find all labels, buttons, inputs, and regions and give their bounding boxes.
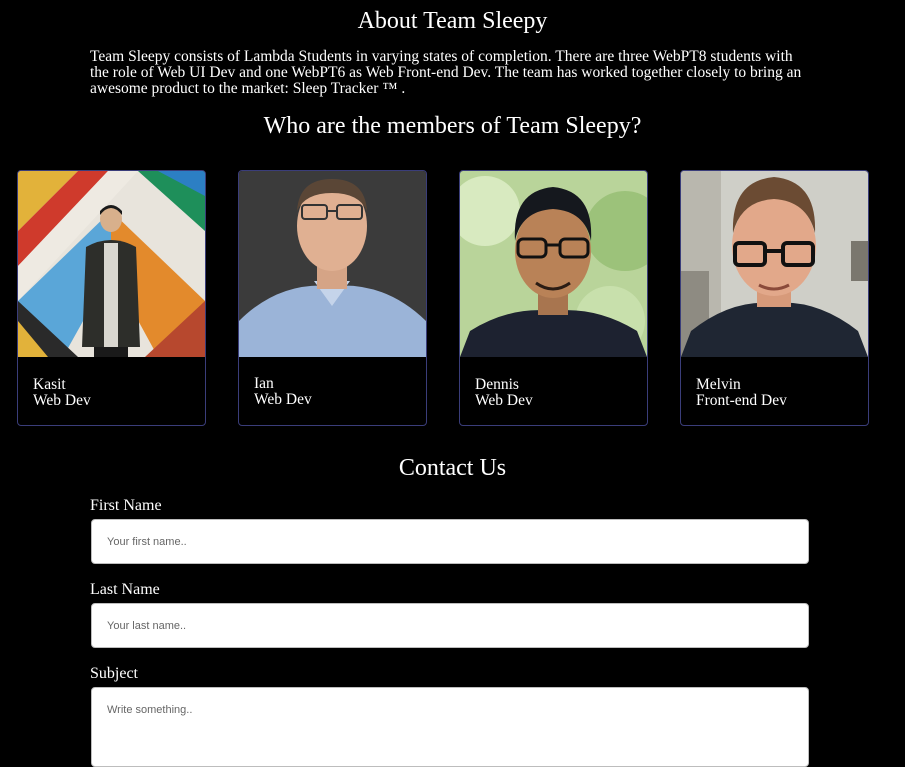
member-name: Kasit bbox=[33, 376, 66, 393]
members-title: Who are the members of Team Sleepy? bbox=[263, 113, 642, 139]
member-name: Dennis bbox=[475, 376, 519, 393]
member-card-ian: Ian Web Dev bbox=[238, 170, 427, 426]
first-name-input[interactable] bbox=[91, 519, 809, 564]
member-card-melvin: Melvin Front-end Dev bbox=[680, 170, 869, 426]
last-name-label: Last Name bbox=[90, 581, 160, 598]
member-role: Web Dev bbox=[475, 392, 533, 409]
member-card-kasit: Kasit Web Dev bbox=[17, 170, 206, 426]
about-title: About Team Sleepy bbox=[357, 8, 548, 34]
member-card-dennis: Dennis Web Dev bbox=[459, 170, 648, 426]
first-name-label: First Name bbox=[90, 497, 162, 514]
member-name: Melvin bbox=[696, 376, 741, 393]
contact-title: Contact Us bbox=[398, 455, 507, 481]
member-photo bbox=[681, 171, 868, 357]
member-role: Web Dev bbox=[33, 392, 91, 409]
member-role: Web Dev bbox=[254, 391, 312, 408]
last-name-input[interactable] bbox=[91, 603, 809, 648]
about-text: Team Sleepy consists of Lambda Students … bbox=[90, 48, 802, 97]
member-photo bbox=[460, 171, 647, 357]
member-role: Front-end Dev bbox=[696, 392, 787, 409]
member-name: Ian bbox=[254, 375, 274, 392]
member-photo bbox=[239, 171, 426, 357]
subject-label: Subject bbox=[90, 665, 138, 682]
subject-textarea[interactable] bbox=[91, 687, 809, 767]
member-photo bbox=[18, 171, 205, 357]
